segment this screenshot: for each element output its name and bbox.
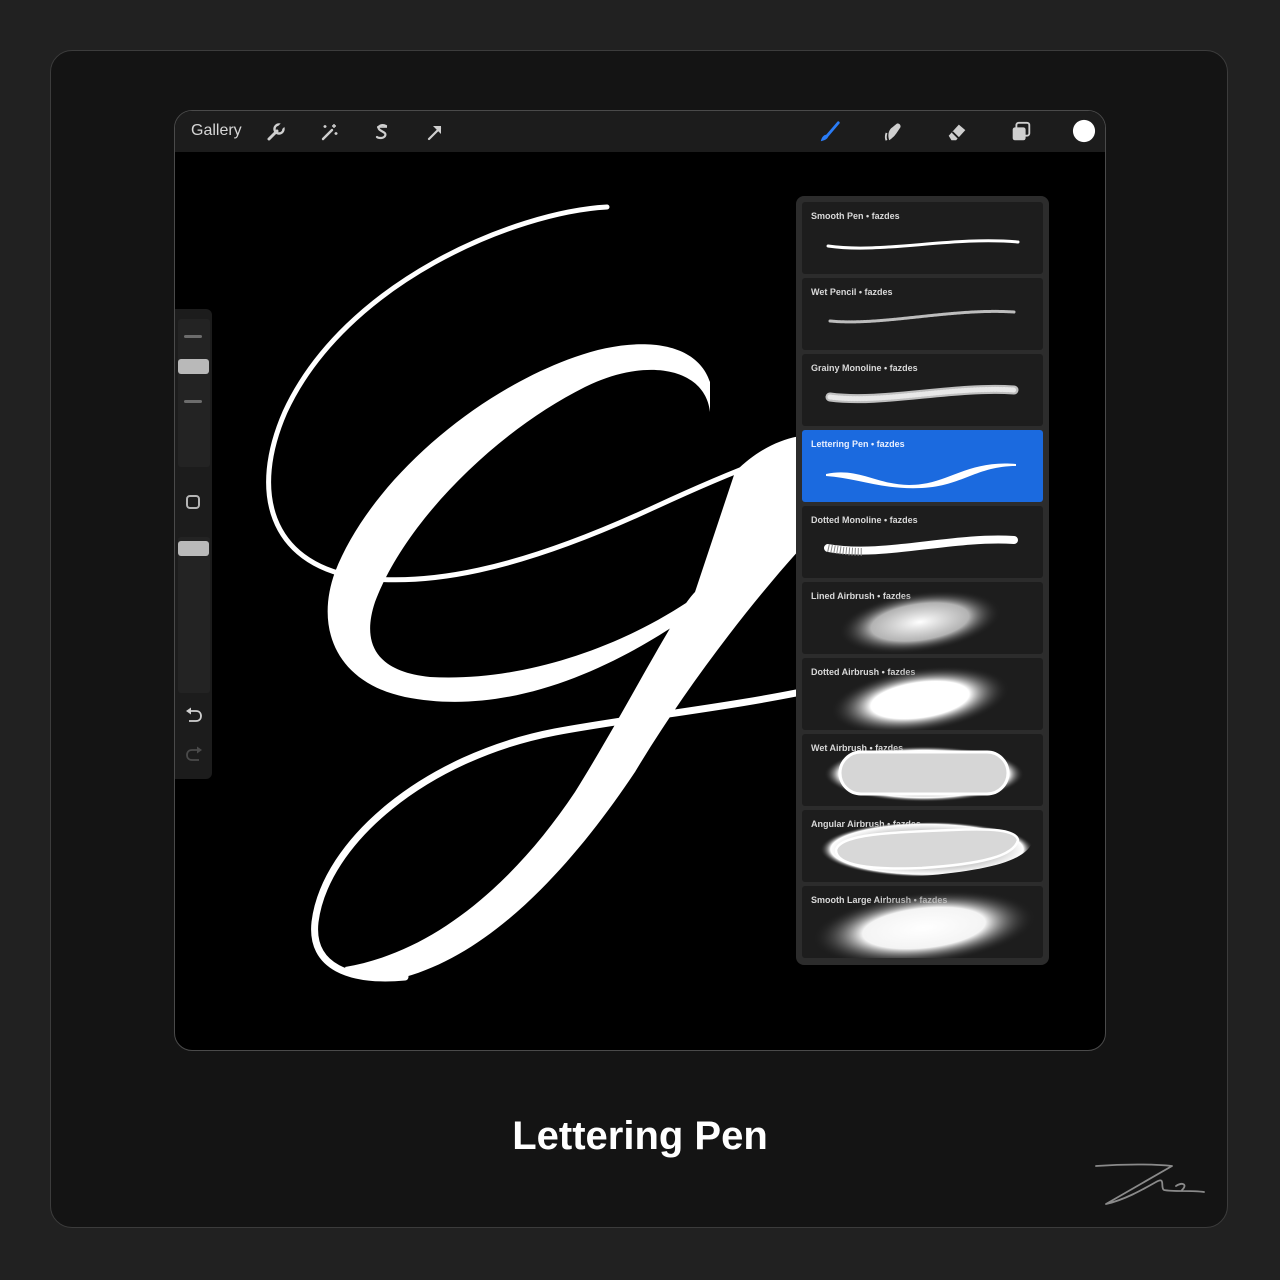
brush-stroke-preview [824,746,1024,802]
brush-stroke-preview [825,384,1019,404]
brush-stroke-preview [824,535,1018,556]
brush-item-grainy-monoline[interactable]: Grainy Monoline • fazdes [802,354,1043,426]
brush-stroke-preview [830,665,1010,730]
smudge-icon[interactable] [881,120,905,144]
selection-icon[interactable] [370,120,394,144]
brush-size-slider[interactable] [178,319,210,467]
brush-item-angular-airbrush[interactable]: Angular Airbrush • fazdes [802,810,1043,882]
brush-stroke-preview [838,590,1002,654]
signature-logo [1095,1163,1205,1205]
brush-item-wet-pencil[interactable]: Wet Pencil • fazdes [802,278,1043,350]
brush-size-handle[interactable] [178,359,209,374]
size-tick-bottom [184,400,202,403]
brush-item-lettering-pen[interactable]: Lettering Pen • fazdes [802,430,1043,502]
gallery-button[interactable]: Gallery [191,122,242,140]
eraser-icon[interactable] [945,120,969,144]
procreate-screen: Gallery Smooth Pen • fazdes Wet Pencil •… [174,110,1106,1051]
opacity-handle[interactable] [178,541,209,556]
size-tick-top [184,335,202,338]
redo-icon[interactable] [184,746,204,769]
brush-item-smooth-large-airbrush[interactable]: Smooth Large Airbrush • fazdes [802,886,1043,958]
brush-icon[interactable] [818,120,842,144]
wrench-icon[interactable] [264,120,288,144]
top-toolbar: Gallery [175,111,1105,152]
brush-item-dotted-airbrush[interactable]: Dotted Airbrush • fazdes [802,658,1043,730]
brush-stroke-preview [826,463,1016,489]
brush-stroke-preview [820,821,1034,878]
magic-wand-icon[interactable] [317,120,341,144]
brush-item-smooth-pen[interactable]: Smooth Pen • fazdes [802,202,1043,274]
brush-stroke-preview [812,890,1036,958]
brush-library-panel: Smooth Pen • fazdes Wet Pencil • fazdes … [796,196,1049,965]
opacity-slider[interactable] [178,537,210,693]
brush-stroke-preview [828,309,1016,324]
color-swatch[interactable] [1072,119,1096,143]
brush-name-caption: Lettering Pen [512,1114,768,1158]
left-sidebar [175,309,212,779]
brush-item-wet-airbrush[interactable]: Wet Airbrush • fazdes [802,734,1043,806]
layers-icon[interactable] [1009,120,1033,144]
undo-icon[interactable] [184,707,204,730]
transform-arrow-icon[interactable] [423,120,447,144]
brush-item-dotted-monoline[interactable]: Dotted Monoline • fazdes [802,506,1043,578]
brush-item-lined-airbrush[interactable]: Lined Airbrush • fazdes [802,582,1043,654]
brush-stroke-preview [826,239,1020,250]
modify-button[interactable] [186,495,200,509]
